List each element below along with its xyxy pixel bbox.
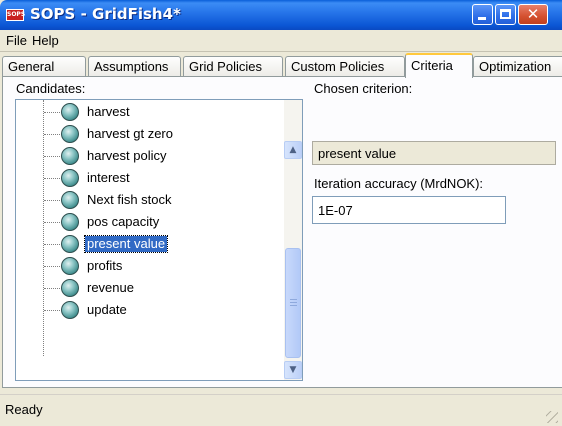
chevron-up-icon: ▲ [289,145,297,155]
close-button[interactable]: ✕ [518,4,548,25]
list-item-label: harvest [87,104,130,119]
menu-bar: File Help [0,30,562,52]
tree-branch [44,178,60,179]
list-item[interactable]: pos capacity [16,211,284,233]
sphere-icon [61,103,79,121]
candidates-list[interactable]: harvest harvest gt zero harvest policy i… [15,99,303,381]
list-item-label: present value [83,235,169,253]
sphere-icon [61,301,79,319]
menu-file[interactable]: File [6,33,27,48]
list-item[interactable]: harvest [16,101,284,123]
iteration-accuracy-label: Iteration accuracy (MrdNOK): [314,176,484,191]
grip-line [290,302,297,303]
scroll-thumb[interactable] [285,248,301,358]
sphere-icon [61,235,79,253]
sphere-icon [61,125,79,143]
tree-branch [44,222,60,223]
sphere-icon [61,213,79,231]
maximize-icon [500,9,511,19]
list-item-label: Next fish stock [87,192,172,207]
grip-line [290,299,297,300]
list-item[interactable]: harvest gt zero [16,123,284,145]
list-item-label: pos capacity [87,214,160,229]
list-item-label: harvest policy [87,148,167,163]
candidates-label: Candidates: [16,81,86,96]
tree-branch [44,200,60,201]
sphere-icon [61,257,79,275]
status-text: Ready [5,402,43,417]
scroll-up-button[interactable]: ▲ [284,141,302,159]
tree-branch [44,156,60,157]
sphere-icon [61,147,79,165]
close-icon: ✕ [526,5,540,23]
tree-branch [44,244,60,245]
chosen-criterion-value: present value [318,146,397,161]
list-item[interactable]: profits [16,255,284,277]
list-item[interactable]: harvest policy [16,145,284,167]
list-item[interactable]: revenue [16,277,284,299]
list-item-label: interest [87,170,130,185]
list-item[interactable]: interest [16,167,284,189]
title-bar[interactable]: SOPS SOPS - GridFish4* ✕ [0,0,562,30]
chosen-criterion-label: Chosen criterion: [314,81,413,96]
minimize-button[interactable] [472,4,493,25]
chevron-down-icon: ▼ [289,365,297,375]
candidates-list-area: harvest harvest gt zero harvest policy i… [16,100,284,380]
sphere-icon [61,279,79,297]
resize-grip-icon[interactable] [546,411,558,423]
sphere-icon [61,191,79,209]
list-item-label: profits [87,258,123,273]
tab-grid-policies[interactable]: Grid Policies [183,56,283,77]
sphere-icon [61,169,79,187]
list-item-label: revenue [87,280,134,295]
chosen-criterion-field: present value [312,141,556,165]
tab-optimization[interactable]: Optimization [473,56,562,77]
list-item-selected[interactable]: present value [16,233,284,255]
scroll-down-button[interactable]: ▼ [284,361,302,379]
list-item-label: harvest gt zero [87,126,173,141]
tree-branch [44,134,60,135]
window-title: SOPS - GridFish4* [30,5,181,23]
tab-custom-policies[interactable]: Custom Policies [285,56,405,77]
menu-help[interactable]: Help [32,33,59,48]
list-item[interactable]: Next fish stock [16,189,284,211]
app-window: SOPS SOPS - GridFish4* ✕ File Help Gener… [0,0,562,426]
grip-line [290,305,297,306]
tab-assumptions[interactable]: Assumptions [88,56,181,77]
list-item[interactable]: update [16,299,284,321]
vertical-scrollbar[interactable]: ▲ ▼ [284,100,302,380]
status-bar: Ready [0,394,562,426]
tree-branch [44,310,60,311]
tab-strip: General Assumptions Grid Policies Custom… [0,53,562,78]
tree-branch [44,288,60,289]
tab-general[interactable]: General [2,56,86,77]
minimize-icon [478,17,486,20]
tree-branch [44,112,60,113]
tree-branch [44,266,60,267]
tab-criteria[interactable]: Criteria [405,53,473,78]
maximize-button[interactable] [495,4,516,25]
iteration-accuracy-input[interactable] [312,196,506,224]
list-item-label: update [87,302,127,317]
app-icon[interactable]: SOPS [6,9,25,21]
